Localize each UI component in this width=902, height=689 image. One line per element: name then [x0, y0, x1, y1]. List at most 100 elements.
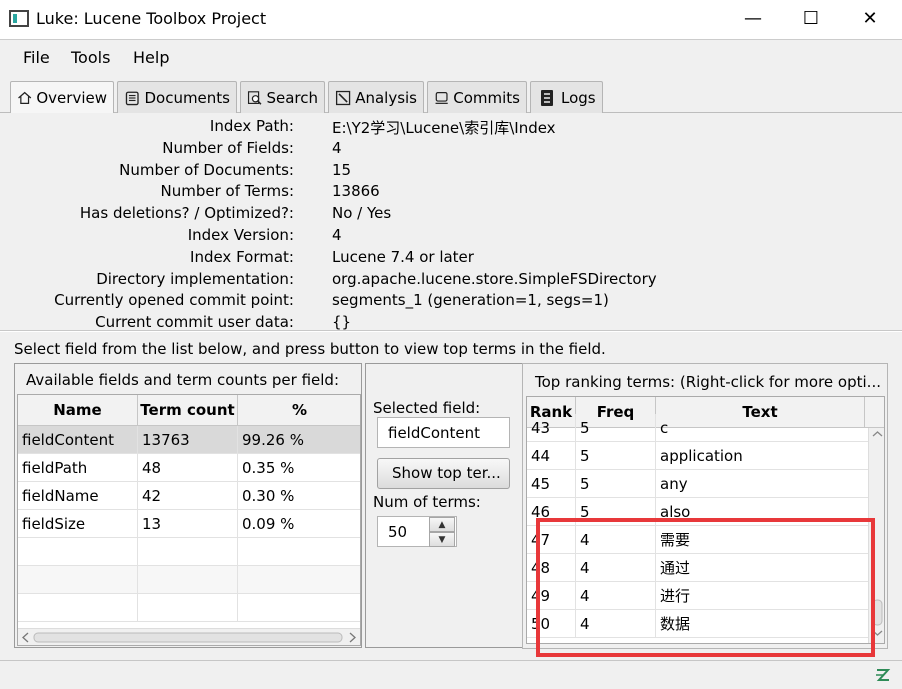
home-icon [18, 91, 32, 104]
tab-commits-label: Commits [453, 88, 520, 107]
column-name[interactable]: Name [18, 395, 138, 426]
tab-commits[interactable]: Commits [427, 81, 527, 113]
maximize-button[interactable]: ☐ [800, 8, 822, 30]
overview-panel: Index Path: E:\Y2学习\Lucene\索引库\Index Num… [0, 113, 902, 331]
terms-panel: Selected field: fieldContent Show top te… [365, 363, 888, 649]
freq-cell: 4 [576, 582, 656, 610]
rank-cell: 47 [527, 526, 576, 554]
top-terms-panel: Top ranking terms: (Right-click for more… [522, 363, 888, 649]
commits-icon [435, 91, 448, 104]
rank-cell: 45 [527, 470, 576, 498]
info-value: 4 [332, 138, 342, 157]
top-terms-title: Top ranking terms: (Right-click for more… [535, 373, 881, 391]
terms-vertical-scrollbar[interactable] [868, 428, 884, 643]
fields-panel: Available fields and term counts per fie… [14, 363, 362, 648]
tab-documents-label: Documents [144, 88, 230, 107]
freq-cell: 4 [576, 610, 656, 638]
info-label: Index Version: [187, 226, 294, 244]
column-term-count[interactable]: Term count [138, 395, 238, 426]
column-percent[interactable]: % [238, 395, 360, 426]
minimize-button[interactable]: — [742, 8, 764, 30]
table-row[interactable]: fieldContent 13763 99.26 % [18, 426, 360, 454]
tab-search[interactable]: Search [240, 81, 325, 113]
info-value: E:\Y2学习\Lucene\索引库\Index [332, 119, 556, 137]
freq-cell: 5 [576, 470, 656, 498]
instructions-text: Select field from the list below, and pr… [14, 340, 606, 358]
info-label: Number of Terms: [160, 182, 294, 201]
empty-row [18, 594, 360, 622]
rank-cell: 46 [527, 498, 576, 526]
table-row[interactable]: 45 5 any [527, 470, 869, 498]
tab-overview-label: Overview [36, 89, 107, 107]
empty-cell [138, 538, 238, 566]
rank-cell: 44 [527, 442, 576, 470]
freq-cell: 5 [576, 442, 656, 470]
text-cell: 进行 [660, 587, 691, 605]
info-label: Number of Fields: [162, 138, 294, 157]
percent-cell: 99.26 % [238, 426, 360, 454]
menu-tools[interactable]: Tools [71, 48, 110, 67]
tab-analysis-label: Analysis [355, 88, 417, 107]
tab-logs-label: Logs [561, 88, 596, 107]
info-value: {} [332, 313, 352, 332]
info-value: 13866 [332, 182, 380, 201]
close-button[interactable]: ✕ [859, 8, 881, 30]
analysis-icon [335, 90, 351, 105]
tab-search-label: Search [266, 88, 318, 107]
freq-cell: 5 [576, 498, 656, 526]
table-row[interactable]: 46 5 also [527, 498, 869, 526]
spinner-up-icon[interactable]: ▲ [429, 517, 455, 532]
menu-bar: File Tools Help [0, 39, 902, 73]
info-index-path: Index Path: E:\Y2学习\Lucene\索引库\Index [0, 115, 902, 137]
info-directory-implementation: Directory implementation: org.apache.luc… [0, 268, 902, 290]
text-cell: application [660, 447, 743, 465]
percent-cell: 0.09 % [238, 510, 360, 538]
empty-cell [138, 594, 238, 622]
spinner-down-icon[interactable]: ▼ [429, 532, 455, 547]
empty-row [18, 566, 360, 594]
fields-horizontal-scrollbar[interactable] [18, 628, 360, 645]
table-row[interactable]: 49 4 进行 [527, 582, 869, 610]
menu-help[interactable]: Help [133, 48, 169, 67]
title-bar: Luke: Lucene Toolbox Project — ☐ ✕ [0, 0, 902, 38]
term-count-cell: 42 [138, 482, 238, 510]
tab-documents[interactable]: Documents [117, 81, 237, 113]
text-cell: 数据 [660, 615, 691, 633]
table-row[interactable]: fieldName 42 0.30 % [18, 482, 360, 510]
table-row[interactable]: 44 5 application [527, 442, 869, 470]
field-name-cell: fieldSize [18, 510, 138, 538]
tab-analysis[interactable]: Analysis [328, 81, 424, 113]
table-row[interactable]: 48 4 通过 [527, 554, 869, 582]
table-row[interactable]: 47 4 需要 [527, 526, 869, 554]
app-icon [9, 10, 29, 27]
info-label: Number of Documents: [119, 160, 294, 179]
freq-cell: 4 [576, 526, 656, 554]
term-count-cell: 48 [138, 454, 238, 482]
selected-field-input[interactable]: fieldContent [377, 417, 510, 448]
info-label: Current commit user data: [95, 313, 294, 332]
info-value: segments_1 (generation=1, segs=1) [332, 291, 609, 310]
info-value: No / Yes [332, 204, 392, 223]
show-top-terms-button[interactable]: Show top ter... [377, 458, 510, 489]
scrollbar-arrows-icon [872, 431, 883, 636]
rank-cell: 49 [527, 582, 576, 610]
percent-cell: 0.35 % [238, 454, 360, 482]
text-cell: any [660, 475, 688, 493]
text-cell: also [660, 503, 691, 521]
menu-file[interactable]: File [23, 48, 50, 67]
table-row[interactable]: fieldSize 13 0.09 % [18, 510, 360, 538]
term-count-cell: 13 [138, 510, 238, 538]
table-row[interactable]: 43 5 c [527, 414, 869, 442]
top-terms-section: Select field from the list below, and pr… [0, 332, 902, 660]
scrollbar-track-icon [22, 632, 356, 643]
info-value: Lucene 7.4 or later [332, 247, 474, 266]
table-row[interactable]: 50 4 数据 [527, 610, 869, 638]
fields-table-header: Name Term count % [18, 395, 360, 426]
info-label: Index Path: [209, 117, 294, 135]
table-row[interactable]: fieldPath 48 0.35 % [18, 454, 360, 482]
freq-cell: 5 [576, 414, 656, 442]
tab-logs[interactable]: Logs [530, 81, 603, 113]
tab-overview[interactable]: Overview [10, 81, 114, 114]
rank-cell: 48 [527, 554, 576, 582]
window-title: Luke: Lucene Toolbox Project [36, 9, 267, 28]
